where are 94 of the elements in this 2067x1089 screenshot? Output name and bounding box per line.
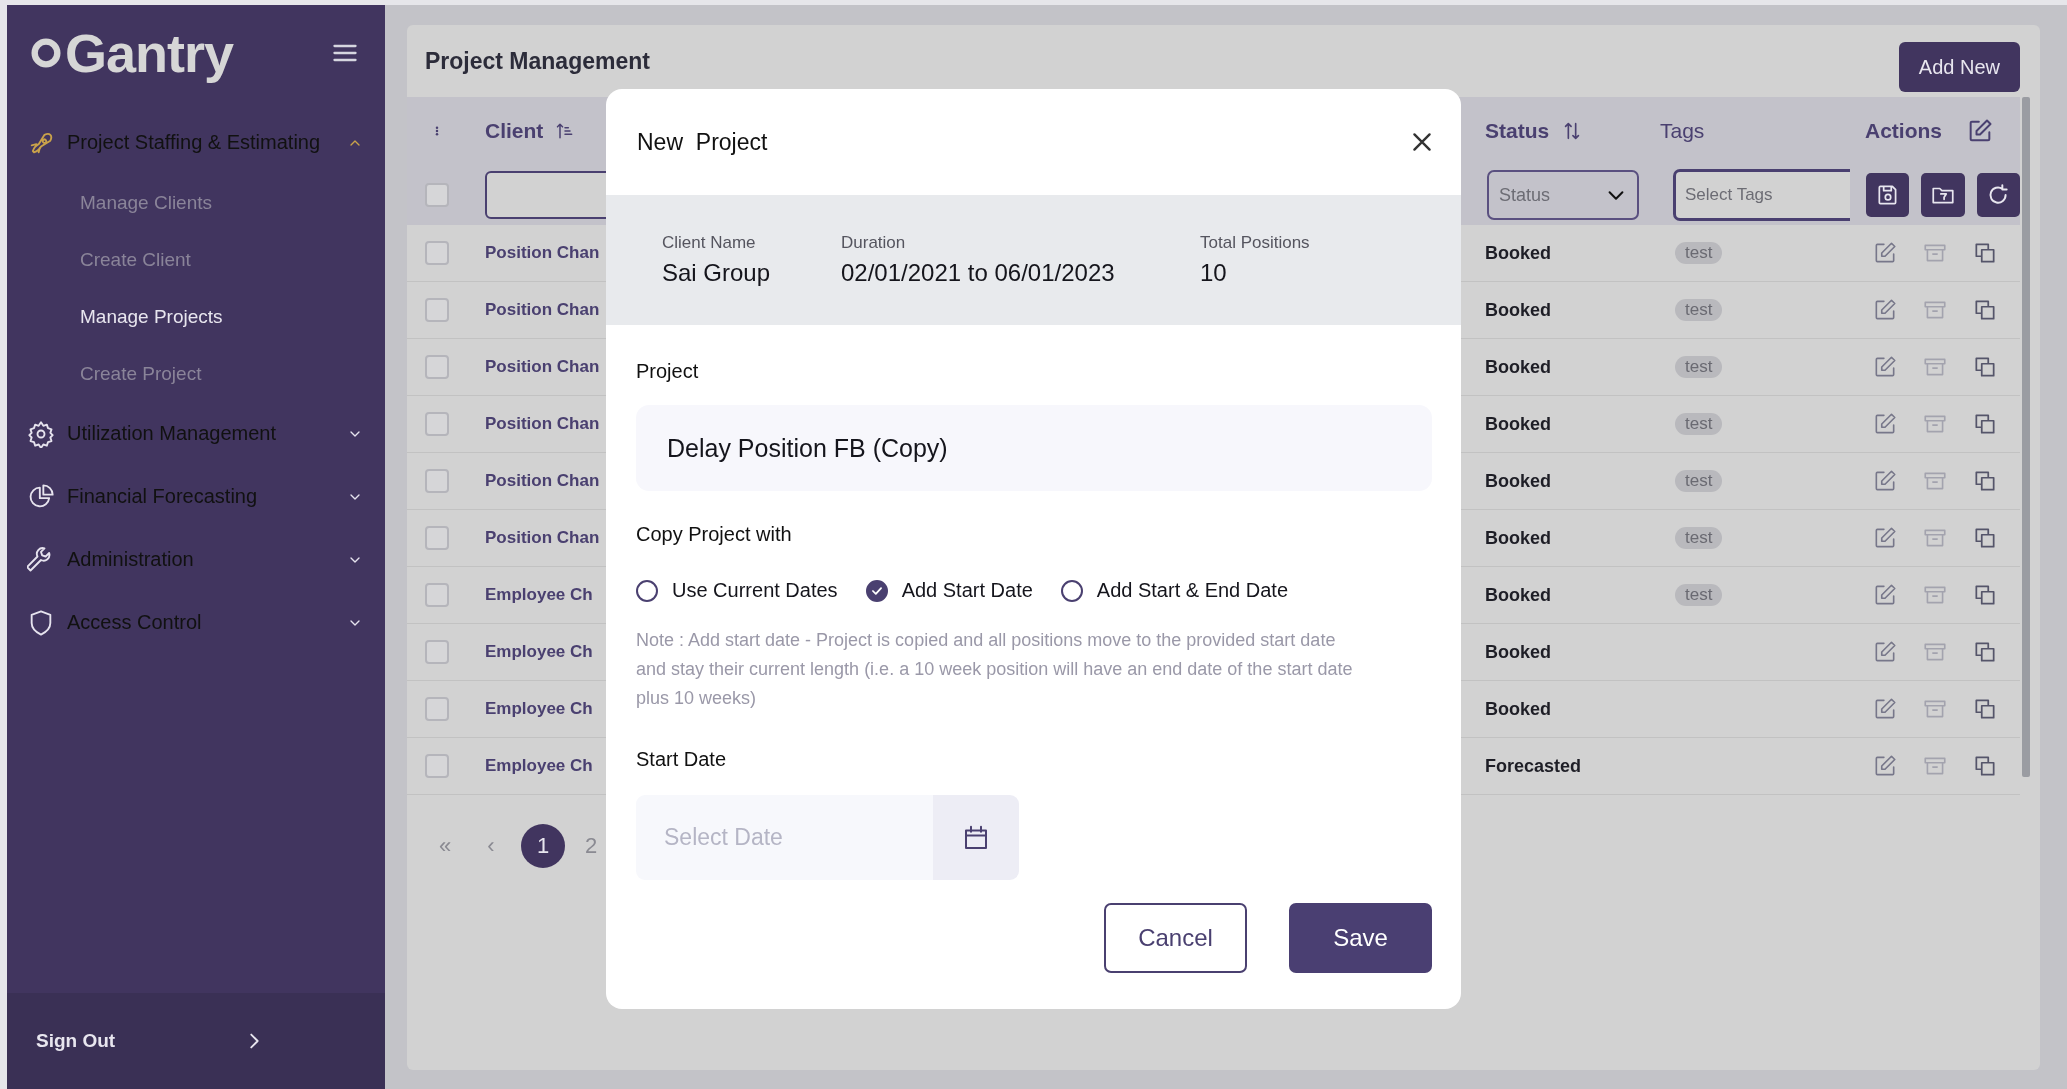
row-checkbox[interactable] bbox=[425, 355, 449, 379]
save-button[interactable] bbox=[1866, 173, 1910, 217]
tag: test bbox=[1675, 299, 1723, 321]
folder-filter-button[interactable] bbox=[1921, 173, 1965, 217]
cancel-button[interactable]: Cancel bbox=[1104, 903, 1247, 973]
nav-label: Administration bbox=[67, 548, 195, 571]
status-cell-text: Booked bbox=[1484, 698, 1552, 720]
tag: test bbox=[1675, 413, 1723, 435]
summary-label: Duration bbox=[841, 233, 907, 253]
status-cell-text: Booked bbox=[1484, 413, 1552, 435]
status-dropdown[interactable]: Status bbox=[1487, 170, 1639, 220]
tag: test bbox=[1675, 242, 1723, 264]
radio-button[interactable] bbox=[865, 579, 888, 602]
nav-subitem[interactable]: Create Project bbox=[7, 345, 385, 402]
copy-icon[interactable] bbox=[1972, 525, 1998, 551]
client-cell-text: Position Chan bbox=[484, 357, 600, 376]
nav-label: Access Control bbox=[67, 611, 203, 634]
tag: test bbox=[1675, 527, 1723, 549]
row-checkbox[interactable] bbox=[425, 697, 449, 721]
select-all-checkbox[interactable] bbox=[425, 183, 449, 207]
nav-subitem[interactable]: Create Client bbox=[7, 231, 385, 288]
client-cell-text: Position Chan bbox=[484, 471, 600, 490]
column-header[interactable]: Client bbox=[485, 119, 544, 143]
copy-icon[interactable] bbox=[1972, 696, 1998, 722]
radio-option[interactable]: Use Current Dates bbox=[636, 579, 838, 602]
nav-label: Utilization Management bbox=[67, 422, 277, 445]
nav-subitem[interactable]: Manage Projects bbox=[7, 288, 385, 345]
save-button[interactable]: Save bbox=[1289, 903, 1432, 973]
client-cell-text: Position Chan bbox=[484, 243, 600, 262]
client-cell-text: Employee Ch bbox=[484, 756, 593, 775]
dialog-title: New Project bbox=[637, 128, 768, 156]
row-checkbox[interactable] bbox=[425, 526, 449, 550]
status-cell-text: Booked bbox=[1484, 356, 1552, 378]
copy-icon[interactable] bbox=[1972, 297, 1998, 323]
row-checkbox[interactable] bbox=[425, 412, 449, 436]
summary-label: Total Positions bbox=[1200, 233, 1310, 253]
scrollbar[interactable] bbox=[2022, 97, 2030, 777]
summary-label: Client Name bbox=[662, 233, 757, 253]
copy-icon[interactable] bbox=[1972, 354, 1998, 380]
page-button[interactable]: 1 bbox=[521, 824, 565, 868]
copy-icon[interactable] bbox=[1972, 753, 1998, 779]
summary-value: 02/01/2021 to 06/01/2023 bbox=[841, 259, 1116, 287]
summary-value: 10 bbox=[1200, 259, 1228, 287]
note-text: Note : Add start date - Project is copied and all positions move to the provided start date and stay their current length (i.e. a 10 week position will have an end date of the start date plus 10 weeks) bbox=[636, 629, 1354, 710]
radio-option[interactable]: Add Start & End Date bbox=[1060, 579, 1289, 602]
copy-icon[interactable] bbox=[1972, 582, 1998, 608]
add-new-button[interactable]: Add New bbox=[1898, 42, 2020, 92]
row-checkbox[interactable] bbox=[425, 754, 449, 778]
logo-text: Gantry bbox=[65, 22, 234, 84]
status-cell-text: Booked bbox=[1484, 641, 1552, 663]
client-cell-text: Employee Ch bbox=[484, 642, 593, 661]
field-label: Project bbox=[636, 360, 700, 383]
row-checkbox[interactable] bbox=[425, 241, 449, 265]
client-cell-text: Position Chan bbox=[484, 414, 600, 433]
refresh-button[interactable] bbox=[1976, 173, 2020, 217]
row-checkbox[interactable] bbox=[425, 469, 449, 493]
tags-field[interactable]: Select Tags bbox=[1673, 169, 1850, 221]
nav-label: Financial Forecasting bbox=[67, 485, 259, 508]
status-cell-text: Booked bbox=[1484, 242, 1552, 264]
project-name-field[interactable]: Delay Position FB (Copy) bbox=[636, 405, 1432, 491]
row-checkbox[interactable] bbox=[425, 298, 449, 322]
copy-icon[interactable] bbox=[1972, 639, 1998, 665]
client-cell-text: Employee Ch bbox=[484, 585, 593, 604]
tag: test bbox=[1675, 470, 1723, 492]
column-header[interactable]: Status bbox=[1485, 119, 1550, 143]
client-cell-text: Employee Ch bbox=[484, 699, 593, 718]
status-cell-text: Booked bbox=[1484, 584, 1552, 606]
status-cell-text: Booked bbox=[1484, 470, 1552, 492]
calendar-button[interactable] bbox=[933, 795, 1019, 880]
tag: test bbox=[1675, 584, 1723, 606]
gear-icon bbox=[27, 419, 55, 448]
column-header[interactable]: Actions bbox=[1865, 119, 1942, 143]
row-checkbox[interactable] bbox=[425, 583, 449, 607]
radio-option[interactable]: Add Start Date bbox=[865, 579, 1033, 602]
field-label: Start Date bbox=[636, 748, 728, 771]
row-checkbox[interactable] bbox=[425, 640, 449, 664]
field-label: Copy Project with bbox=[636, 523, 793, 546]
copy-icon[interactable] bbox=[1972, 240, 1998, 266]
radio-button[interactable] bbox=[1060, 579, 1083, 602]
sign-out-link[interactable]: Sign Out bbox=[36, 1030, 116, 1052]
client-cell-text: Position Chan bbox=[484, 528, 600, 547]
status-cell-text: Booked bbox=[1484, 527, 1552, 549]
column-header[interactable]: Tags bbox=[1660, 119, 1705, 143]
nav-subitem[interactable]: Manage Clients bbox=[7, 174, 385, 231]
copy-icon[interactable] bbox=[1972, 468, 1998, 494]
radio-button[interactable] bbox=[636, 579, 658, 602]
client-cell-text: Position Chan bbox=[484, 300, 600, 319]
status-cell-text: Forecasted bbox=[1484, 755, 1583, 777]
status-cell-text: Booked bbox=[1484, 299, 1552, 321]
page-title: Project Management bbox=[425, 47, 650, 75]
copy-icon[interactable] bbox=[1972, 411, 1998, 437]
tag: test bbox=[1675, 356, 1723, 378]
summary-value: Sai Group bbox=[662, 259, 772, 287]
nav-label: Project Staffing & Estimating bbox=[67, 131, 322, 154]
